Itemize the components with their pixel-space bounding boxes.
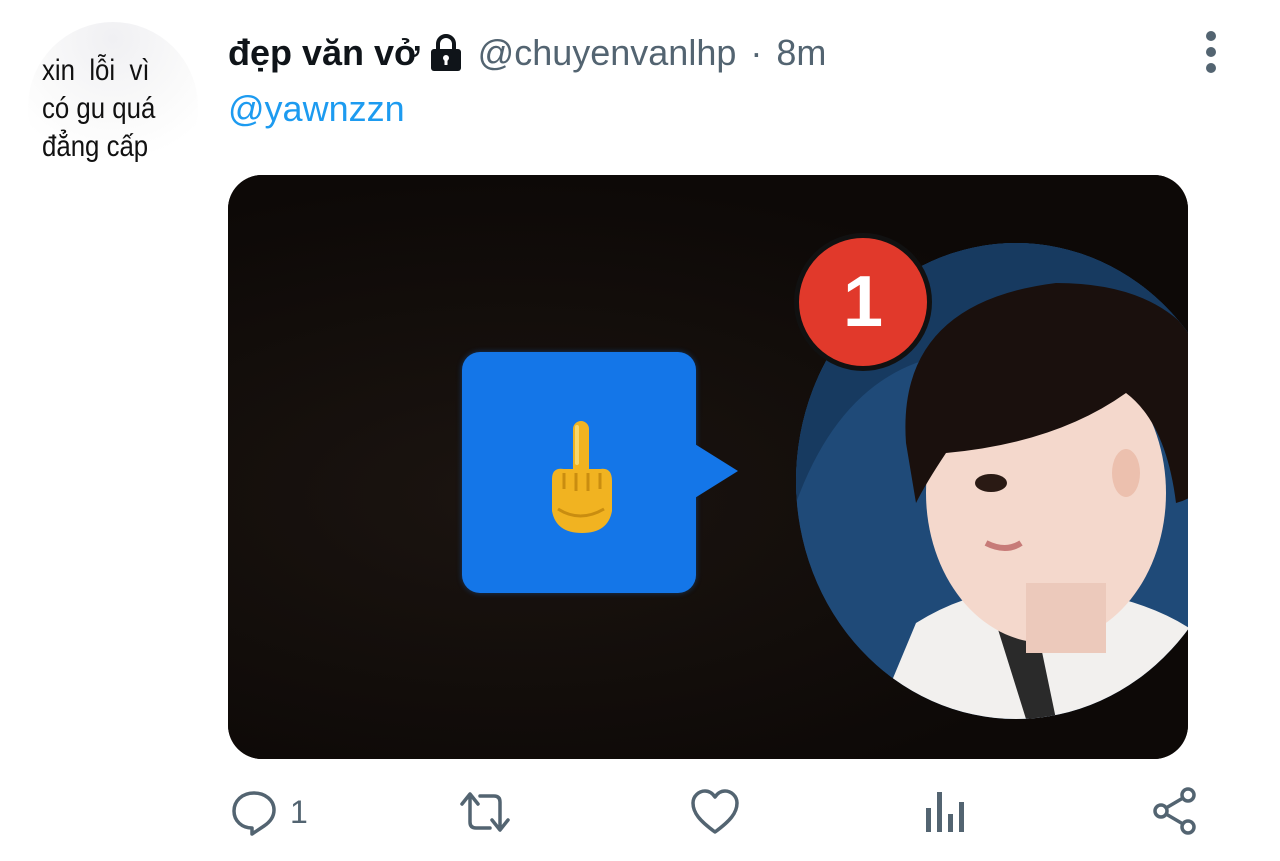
more-vertical-icon[interactable] [1196,30,1226,74]
mention-link[interactable]: @yawnzzn [228,88,405,130]
reply-count: 1 [290,793,308,830]
avatar-caption: xin lỗi vì có gu quá đẳng cấp [42,54,156,163]
tweet-header: đẹp văn vở @chuyenvanlhp · 8m [228,28,826,78]
notification-badge: 1 [794,233,932,371]
message-bubble-tail [690,441,738,501]
share-icon [1153,787,1196,835]
user-handle[interactable]: @chuyenvanlhp [478,32,737,74]
retweet-button[interactable] [456,788,514,836]
lock-icon [430,34,461,71]
reply-icon [232,791,276,836]
heart-icon [691,789,739,834]
reply-button[interactable]: 1 [230,788,308,836]
share-button[interactable] [1150,786,1200,836]
views-icon [926,792,964,832]
separator-dot: · [750,32,763,73]
avatar[interactable]: xin lỗi vì có gu quá đẳng cấp [28,22,198,192]
like-button[interactable] [690,788,740,836]
timestamp[interactable]: 8m [776,32,826,74]
retweet-icon [460,792,510,832]
tweet-action-bar: 1 [0,780,1280,850]
views-button[interactable] [924,790,966,834]
tweet-media-image[interactable]: 1 [228,175,1188,759]
display-name[interactable]: đẹp văn vở [228,32,420,74]
middle-finger-emoji-icon [552,421,612,533]
